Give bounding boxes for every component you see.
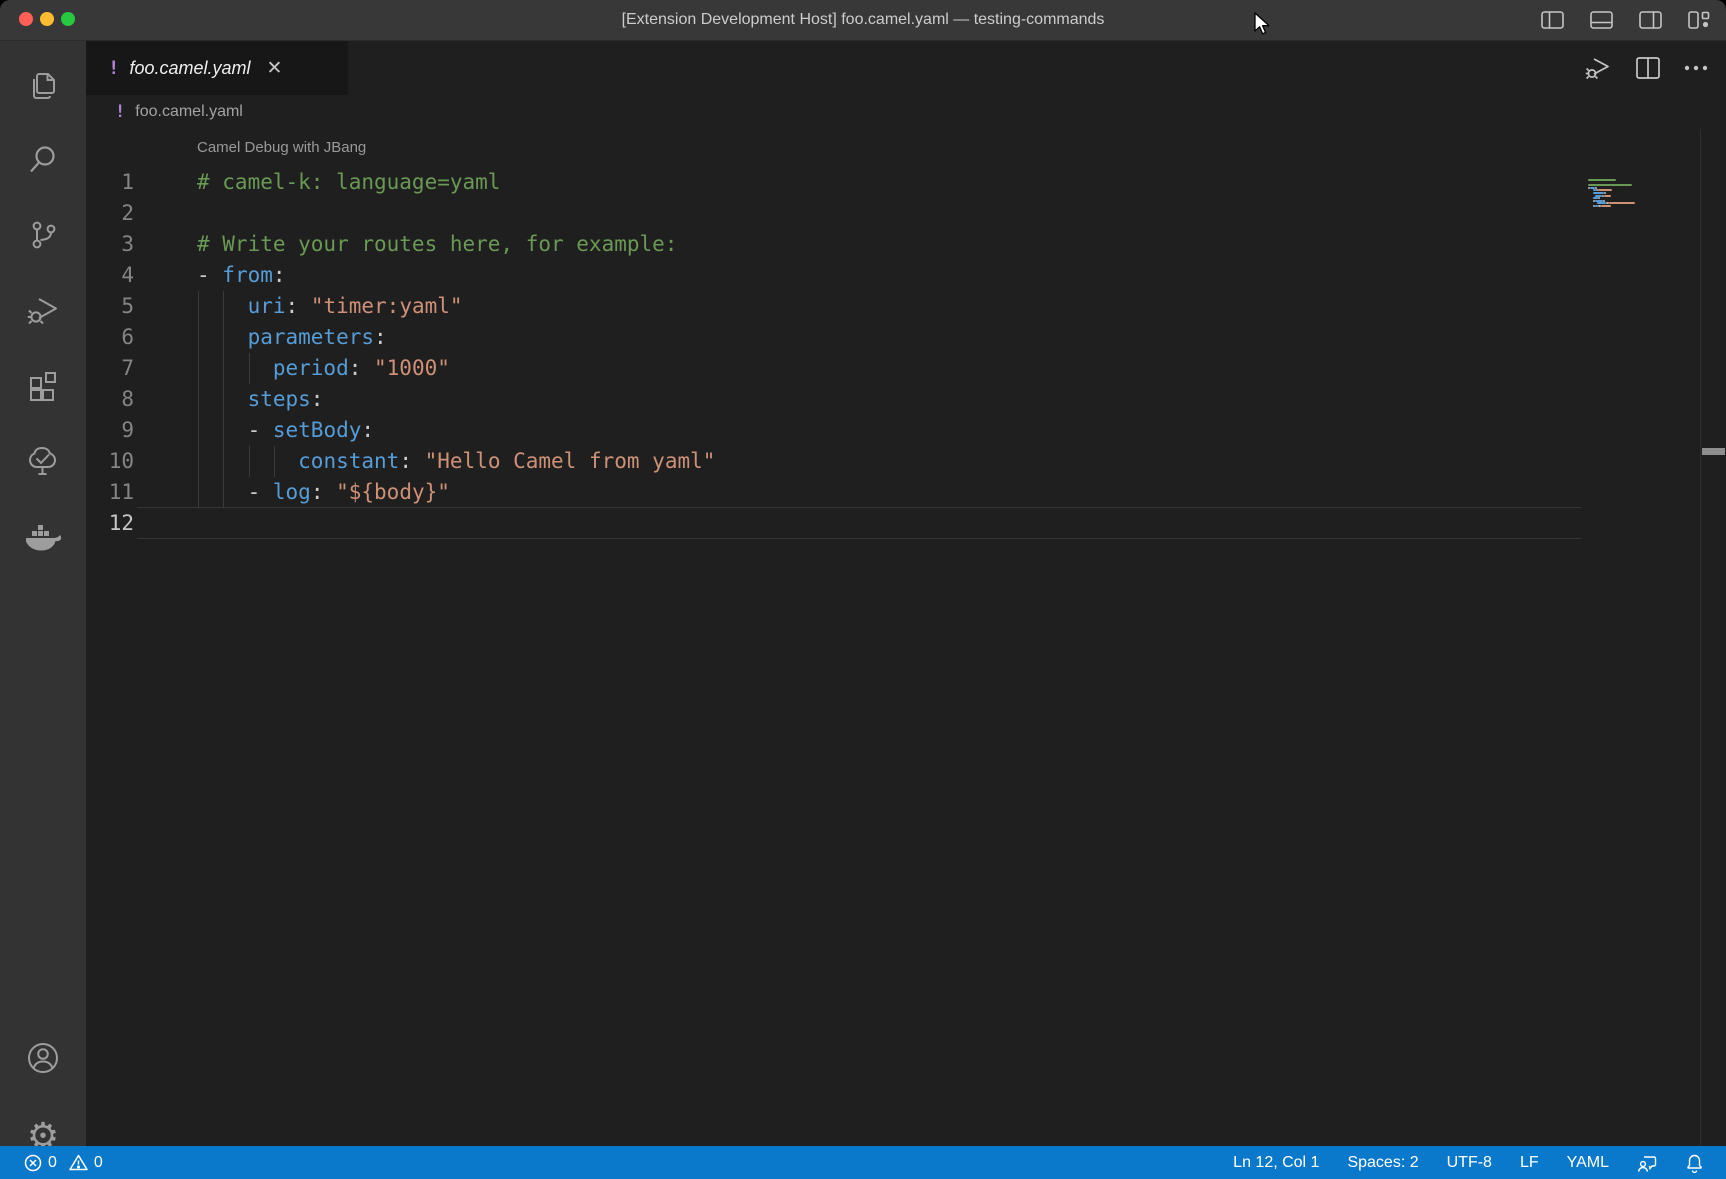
minimap-line [1601, 205, 1611, 207]
warning-triangle-icon [69, 1154, 88, 1171]
minimap-line [1609, 202, 1635, 204]
testing-tree-icon[interactable] [0, 428, 86, 494]
window-title: [Extension Development Host] foo.camel.y… [0, 0, 1726, 40]
split-editor-icon[interactable] [1636, 57, 1660, 79]
encoding-status[interactable]: UTF-8 [1437, 1146, 1502, 1179]
indent-guide [223, 322, 224, 353]
indent-guide [223, 477, 224, 508]
search-icon[interactable] [0, 127, 86, 193]
minimap-line [1598, 197, 1600, 199]
source-control-icon[interactable] [0, 202, 86, 268]
breadcrumb-label: foo.camel.yaml [135, 103, 243, 121]
tab-bar: ! foo.camel.yaml ✕ [86, 41, 1726, 95]
indent-guide [274, 446, 275, 477]
indent-guide [249, 446, 250, 477]
yaml-file-icon: ! [115, 102, 125, 122]
activity-bar: ⚙ [0, 41, 86, 1146]
indent-guide [249, 353, 250, 384]
indent-guide [198, 353, 199, 384]
indentation-status[interactable]: Spaces: 2 [1337, 1146, 1428, 1179]
editor-group: ! foo.camel.yaml ✕ [86, 41, 1726, 1146]
eol-status[interactable]: LF [1510, 1146, 1549, 1179]
indent-guide [198, 477, 199, 508]
code-line-5[interactable]: uri: "timer:yaml" [197, 291, 463, 322]
tab-foo-camel-yaml[interactable]: ! foo.camel.yaml ✕ [86, 41, 348, 95]
feedback-icon[interactable] [1627, 1146, 1667, 1179]
run-and-debug-icon[interactable] [0, 277, 86, 343]
tab-label: foo.camel.yaml [129, 58, 250, 79]
yaml-file-icon: ! [108, 57, 119, 79]
cursor-position-status[interactable]: Ln 12, Col 1 [1223, 1146, 1329, 1179]
toggle-primary-sidebar-icon[interactable] [1541, 11, 1564, 29]
indent-guide [223, 446, 224, 477]
overview-ruler[interactable] [1700, 129, 1726, 1146]
current-line-highlight [137, 507, 1581, 539]
line-number[interactable]: 3 [86, 229, 148, 260]
breadcrumb[interactable]: ! foo.camel.yaml [86, 95, 1726, 129]
code-line-9[interactable]: - setBody: [197, 415, 374, 446]
error-circle-icon [24, 1154, 42, 1172]
toggle-panel-icon[interactable] [1590, 11, 1613, 29]
line-number[interactable]: 6 [86, 322, 148, 353]
code-line-11[interactable]: - log: "${body}" [197, 477, 450, 508]
language-mode-status[interactable]: YAML [1557, 1146, 1619, 1179]
code-line-1[interactable]: # camel-k: language=yaml [197, 167, 500, 198]
code-editor[interactable]: Camel Debug with JBang 123456789101112 #… [86, 129, 1726, 1146]
code-line-3[interactable]: # Write your routes here, for example: [197, 229, 677, 260]
run-or-debug-icon[interactable] [1584, 54, 1612, 82]
line-number[interactable]: 7 [86, 353, 148, 384]
line-number[interactable]: 1 [86, 167, 148, 198]
docker-icon[interactable] [0, 503, 86, 569]
error-count: 0 [48, 1146, 57, 1179]
indent-guide [223, 384, 224, 415]
codelens-camel-debug[interactable]: Camel Debug with JBang [197, 139, 366, 156]
code-line-7[interactable]: period: "1000" [197, 353, 450, 384]
line-number[interactable]: 8 [86, 384, 148, 415]
problems-status[interactable]: 0 0 [14, 1146, 113, 1179]
indent-guide [198, 415, 199, 446]
warning-count: 0 [94, 1146, 103, 1179]
vscode-window: [Extension Development Host] foo.camel.y… [0, 0, 1726, 1179]
indent-guide [198, 384, 199, 415]
line-number[interactable]: 10 [86, 446, 148, 477]
line-number[interactable]: 2 [86, 198, 148, 229]
line-number[interactable]: 5 [86, 291, 148, 322]
line-number[interactable]: 11 [86, 477, 148, 508]
accounts-icon[interactable] [0, 1025, 86, 1091]
indent-guide [198, 291, 199, 322]
line-number[interactable]: 12 [86, 508, 148, 539]
line-number[interactable]: 4 [86, 260, 148, 291]
minimap-line [1604, 192, 1606, 194]
indent-guide [198, 446, 199, 477]
indent-guide [198, 322, 199, 353]
notifications-bell-icon[interactable] [1675, 1146, 1714, 1179]
minimap-line [1588, 184, 1632, 186]
status-bar: 0 0 Ln 12, Col 1 Spaces: 2 UTF-8 LF YAML [0, 1146, 1726, 1179]
indent-guide [223, 353, 224, 384]
more-actions-icon[interactable] [1684, 64, 1708, 72]
line-number[interactable]: 9 [86, 415, 148, 446]
customize-layout-icon[interactable] [1688, 11, 1710, 29]
explorer-icon[interactable] [0, 53, 86, 119]
code-line-4[interactable]: - from: [197, 260, 286, 291]
indent-guide [223, 415, 224, 446]
code-line-10[interactable]: constant: "Hello Camel from yaml" [197, 446, 715, 477]
extensions-icon[interactable] [0, 353, 86, 419]
title-bar: [Extension Development Host] foo.camel.y… [0, 0, 1726, 41]
code-line-8[interactable]: steps: [197, 384, 323, 415]
minimap-line [1588, 179, 1616, 181]
indent-guide [223, 291, 224, 322]
toggle-secondary-sidebar-icon[interactable] [1639, 11, 1662, 29]
minimap-line [1593, 192, 1605, 194]
tab-close-icon[interactable]: ✕ [267, 59, 283, 78]
code-line-6[interactable]: parameters: [197, 322, 387, 353]
cursor-position-marker [1702, 448, 1725, 455]
minimap-line [1604, 195, 1611, 197]
